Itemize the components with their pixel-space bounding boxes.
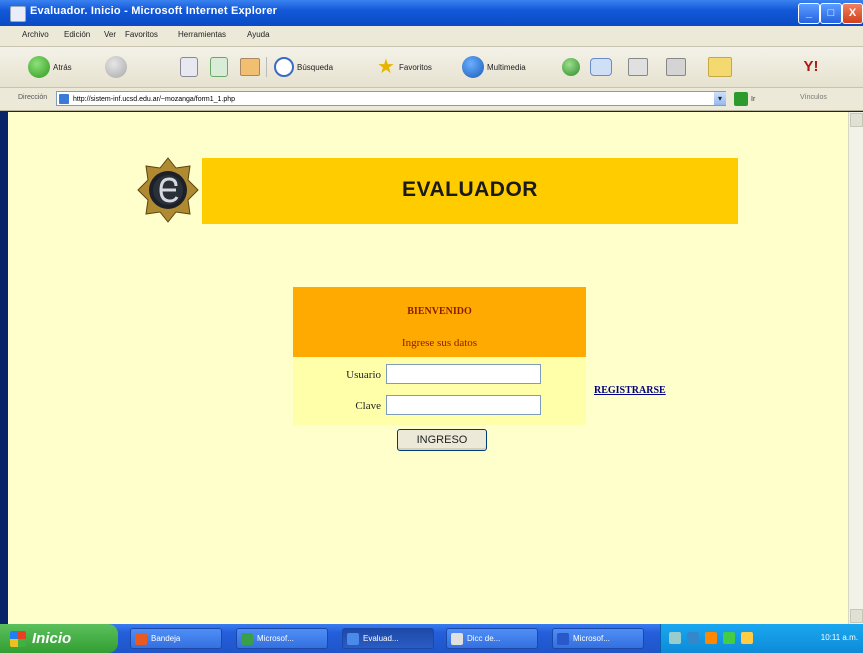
multimedia-icon <box>462 56 484 78</box>
window-title-bar: Evaluador. Inicio - Microsoft Internet E… <box>0 0 863 26</box>
edit-button[interactable] <box>666 55 689 79</box>
history-icon <box>562 58 580 76</box>
system-tray: 10:11 a.m. <box>660 624 863 653</box>
star-icon: ★ <box>377 56 395 78</box>
yahoo-logo-icon: Y! <box>803 58 819 75</box>
favorites-button[interactable]: ★ Favoritos <box>376 55 432 79</box>
volume-icon[interactable] <box>687 632 699 644</box>
task-microsoft-2[interactable]: Microsof... <box>552 628 644 649</box>
excel-icon <box>241 632 253 645</box>
print-icon <box>628 58 648 76</box>
menu-herramientas[interactable]: Herramientas <box>178 30 226 39</box>
user-input[interactable] <box>386 364 541 384</box>
refresh-button[interactable] <box>210 55 231 79</box>
menu-favoritos[interactable]: Favoritos <box>125 30 158 39</box>
messenger-icon[interactable] <box>741 632 753 644</box>
print-button[interactable] <box>628 55 651 79</box>
ie-task-icon <box>347 632 359 645</box>
evaluador-logo <box>136 156 200 224</box>
stop-icon <box>180 57 198 77</box>
url-text: http://sistem-inf.ucsd.edu.ar/~mozanga/f… <box>73 96 236 103</box>
toolbar-separator <box>266 57 267 77</box>
back-button[interactable]: Atrás <box>28 55 72 79</box>
task-bandeja[interactable]: Bandeja <box>130 628 222 649</box>
welcome-title: BIENVENIDO <box>407 306 472 317</box>
user-label: Usuario <box>346 369 381 381</box>
dictionary-icon <box>451 632 463 645</box>
forward-button[interactable] <box>105 55 130 79</box>
folder-icon <box>708 57 732 77</box>
welcome-box: BIENVENIDO Ingrese sus datos <box>293 287 586 357</box>
search-icon <box>274 57 294 77</box>
task-microsoft-1[interactable]: Microsof... <box>236 628 328 649</box>
task-diccionario[interactable]: Dicc de... <box>446 628 538 649</box>
go-button[interactable]: Ir <box>734 91 755 107</box>
home-icon <box>240 58 260 76</box>
page-icon <box>59 94 69 104</box>
security-icon[interactable] <box>705 632 717 644</box>
header-bar: EVALUADOR <box>202 158 738 224</box>
stop-button[interactable] <box>180 55 201 79</box>
url-field[interactable]: http://sistem-inf.ucsd.edu.ar/~mozanga/f… <box>56 91 726 106</box>
close-button[interactable]: X <box>842 3 863 24</box>
links-label[interactable]: Vínculos <box>800 94 827 101</box>
mail-app-icon <box>135 632 147 645</box>
menu-ayuda[interactable]: Ayuda <box>247 30 270 39</box>
network-icon[interactable] <box>669 632 681 644</box>
logo-emblem-icon <box>137 157 199 223</box>
password-row: Clave <box>293 395 586 417</box>
scroll-up-arrow-icon[interactable] <box>850 113 863 127</box>
start-button[interactable]: Inicio <box>0 624 118 653</box>
address-label: Dirección <box>18 94 48 101</box>
word-icon <box>557 632 569 645</box>
ie-icon <box>10 6 26 22</box>
go-arrow-icon <box>734 92 748 106</box>
user-row: Usuario <box>293 364 586 386</box>
edit-icon <box>666 58 686 76</box>
home-button[interactable] <box>240 55 263 79</box>
folder-button[interactable] <box>708 55 735 79</box>
forward-arrow-icon <box>105 56 127 78</box>
scroll-down-arrow-icon[interactable] <box>850 609 863 623</box>
vertical-scrollbar[interactable] <box>848 112 863 624</box>
site-title: EVALUADOR <box>402 178 538 201</box>
antivirus-icon[interactable] <box>723 632 735 644</box>
mail-icon <box>590 58 612 76</box>
maximize-button[interactable]: □ <box>820 3 842 24</box>
page-viewport: EVALUADOR BIENVENIDO Ingrese sus datos U… <box>8 112 848 624</box>
history-button[interactable] <box>562 55 583 79</box>
clock: 10:11 a.m. <box>820 633 858 642</box>
submit-button[interactable]: INGRESO <box>397 429 487 451</box>
search-button[interactable]: Búsqueda <box>274 55 333 79</box>
menu-edicion[interactable]: Edición <box>64 30 90 39</box>
mail-button[interactable] <box>590 55 615 79</box>
back-arrow-icon <box>28 56 50 78</box>
login-form: Usuario Clave <box>293 357 586 425</box>
windows-logo-icon <box>10 630 26 647</box>
minimize-button[interactable]: _ <box>798 3 820 24</box>
window-title: Evaluador. Inicio - Microsoft Internet E… <box>30 5 278 17</box>
password-label: Clave <box>355 400 381 412</box>
toolbar: Atrás Búsqueda ★ Favoritos Multimedia Y! <box>0 47 863 88</box>
menu-bar: Archivo Edición Ver Favoritos Herramient… <box>0 26 863 47</box>
task-evaluador[interactable]: Evaluad... <box>342 628 434 649</box>
welcome-subtitle: Ingrese sus datos <box>401 337 478 349</box>
menu-archivo[interactable]: Archivo <box>22 30 49 39</box>
refresh-icon <box>210 57 228 77</box>
register-link[interactable]: REGISTRARSE <box>594 385 666 396</box>
menu-ver[interactable]: Ver <box>104 30 116 39</box>
password-input[interactable] <box>386 395 541 415</box>
taskbar: Inicio Bandeja Microsof... Evaluad... Di… <box>0 624 863 653</box>
address-bar: Dirección http://sistem-inf.ucsd.edu.ar/… <box>0 88 863 111</box>
multimedia-button[interactable]: Multimedia <box>462 55 526 79</box>
address-dropdown-button[interactable]: ▾ <box>714 92 726 105</box>
yahoo-button[interactable]: Y! <box>800 55 825 79</box>
